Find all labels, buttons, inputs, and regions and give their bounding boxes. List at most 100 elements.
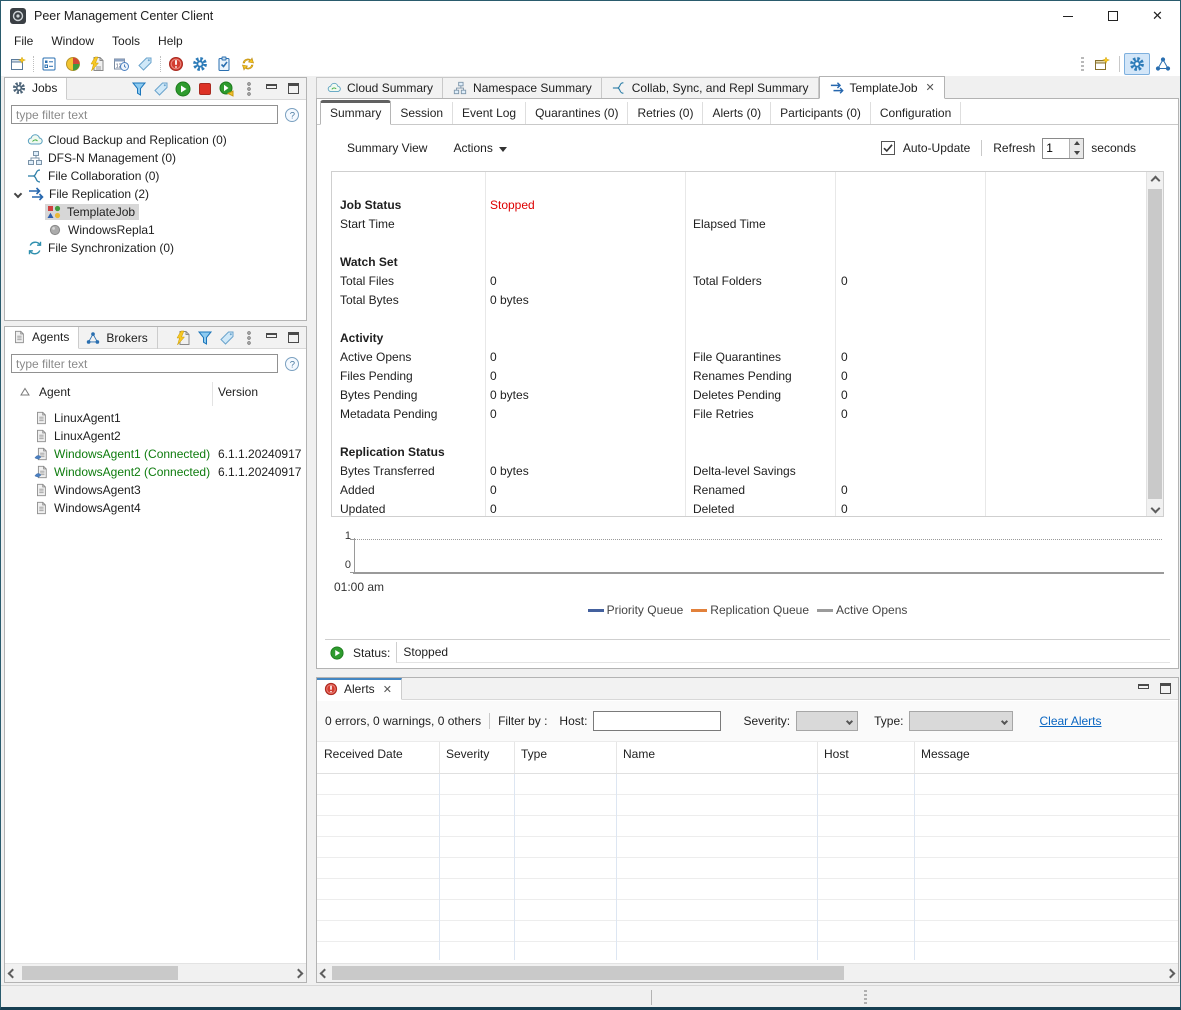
- view-list-button[interactable]: [37, 53, 61, 75]
- maximize-button[interactable]: [1090, 1, 1135, 31]
- agent-row-connected[interactable]: WindowsAgent2 (Connected) 6.1.1.20240917: [5, 463, 306, 481]
- menu-file[interactable]: File: [5, 31, 42, 52]
- view-menu-button[interactable]: [240, 329, 258, 347]
- filter-agents-button[interactable]: [196, 329, 214, 347]
- summaries-button[interactable]: [61, 53, 85, 75]
- scroll-right-arrow[interactable]: [1163, 964, 1178, 982]
- start-with-options-button[interactable]: [218, 80, 236, 98]
- tags-button[interactable]: [133, 53, 157, 75]
- subtab-participants[interactable]: Participants (0): [771, 102, 871, 124]
- tags-jobs-button[interactable]: [152, 80, 170, 98]
- brokers-perspective-button[interactable]: [1150, 53, 1176, 75]
- subtab-event-log[interactable]: Event Log: [453, 102, 526, 124]
- scroll-up-arrow[interactable]: [1147, 172, 1163, 188]
- minimize-panel-button[interactable]: [262, 329, 280, 347]
- open-perspective-button[interactable]: [1089, 53, 1115, 75]
- tree-item-file-collaboration[interactable]: File Collaboration (0): [5, 167, 306, 185]
- close-button[interactable]: ✕: [1135, 1, 1180, 31]
- scrollbar-thumb[interactable]: [22, 966, 178, 980]
- tree-item-dfs-n[interactable]: DFS-N Management (0): [5, 149, 306, 167]
- jobs-filter-input[interactable]: [11, 105, 278, 124]
- column-divider[interactable]: [914, 742, 915, 773]
- tree-item-templatejob[interactable]: TemplateJob: [5, 203, 306, 221]
- help-icon[interactable]: ?: [284, 107, 300, 123]
- tab-cloud-summary[interactable]: Cloud Summary: [316, 77, 443, 99]
- agent-actions-button[interactable]: [85, 53, 109, 75]
- filter-jobs-button[interactable]: [130, 80, 148, 98]
- subtab-retries[interactable]: Retries (0): [628, 102, 703, 124]
- severity-dropdown[interactable]: [796, 711, 858, 731]
- tree-item-cloud-backup[interactable]: Cloud Backup and Replication (0): [5, 131, 306, 149]
- maximize-panel-button[interactable]: [284, 80, 302, 98]
- scroll-left-arrow[interactable]: [317, 964, 332, 982]
- jobs-perspective-button[interactable]: [1124, 53, 1150, 75]
- chevron-down-icon[interactable]: [14, 190, 22, 198]
- summary-vertical-scrollbar[interactable]: [1146, 172, 1163, 516]
- column-divider[interactable]: [212, 382, 213, 406]
- minimize-panel-button[interactable]: [1134, 680, 1152, 698]
- agents-filter-input[interactable]: [11, 354, 278, 373]
- subtab-session[interactable]: Session: [391, 102, 453, 124]
- subtab-configuration[interactable]: Configuration: [871, 102, 961, 124]
- scrollbar-thumb[interactable]: [332, 966, 844, 980]
- close-tab-icon[interactable]: ✕: [383, 683, 392, 696]
- close-tab-icon[interactable]: ✕: [926, 81, 935, 94]
- spinner-down-button[interactable]: [1070, 148, 1083, 158]
- spinner-up-button[interactable]: [1070, 139, 1083, 149]
- scrollbar-thumb[interactable]: [1148, 189, 1162, 499]
- alerts-horizontal-scrollbar[interactable]: [317, 963, 1178, 982]
- agent-row-connected[interactable]: WindowsAgent1 (Connected) 6.1.1.20240917: [5, 445, 306, 463]
- tags-agents-button[interactable]: [218, 329, 236, 347]
- minimize-button[interactable]: [1045, 1, 1090, 31]
- view-menu-button[interactable]: [240, 80, 258, 98]
- maximize-panel-button[interactable]: [1156, 680, 1174, 698]
- agents-horizontal-scrollbar[interactable]: [5, 963, 306, 982]
- refresh-seconds-spinner[interactable]: [1042, 138, 1084, 159]
- tab-jobs[interactable]: Jobs: [5, 78, 67, 100]
- tab-templatejob[interactable]: TemplateJob ✕: [819, 76, 945, 99]
- refresh-button[interactable]: [236, 53, 260, 75]
- refresh-seconds-input[interactable]: [1043, 139, 1069, 158]
- scroll-right-arrow[interactable]: [291, 964, 306, 982]
- alerts-table-header[interactable]: Received Date Severity Type Name Host Me…: [317, 742, 1178, 774]
- subtab-summary[interactable]: Summary: [320, 100, 391, 125]
- tab-agents[interactable]: Agents: [5, 327, 79, 349]
- column-divider[interactable]: [616, 742, 617, 773]
- help-icon[interactable]: ?: [284, 356, 300, 372]
- agent-actions-button[interactable]: [174, 329, 192, 347]
- tab-alerts[interactable]: Alerts ✕: [317, 678, 402, 700]
- scroll-left-arrow[interactable]: [5, 964, 20, 982]
- column-divider[interactable]: [817, 742, 818, 773]
- clear-alerts-link[interactable]: Clear Alerts: [1039, 714, 1101, 728]
- tab-brokers[interactable]: Brokers: [79, 327, 157, 349]
- agent-row[interactable]: LinuxAgent1: [5, 409, 306, 427]
- menu-window[interactable]: Window: [42, 31, 103, 52]
- tree-item-file-synchronization[interactable]: File Synchronization (0): [5, 239, 306, 257]
- host-filter-input[interactable]: [593, 711, 721, 731]
- column-divider[interactable]: [439, 742, 440, 773]
- actions-dropdown[interactable]: Actions: [453, 141, 506, 155]
- alerts-button[interactable]: [164, 53, 188, 75]
- menu-help[interactable]: Help: [149, 31, 192, 52]
- column-divider[interactable]: [514, 742, 515, 773]
- type-dropdown[interactable]: [909, 711, 1013, 731]
- maximize-panel-button[interactable]: [284, 329, 302, 347]
- preferences-button[interactable]: [188, 53, 212, 75]
- minimize-panel-button[interactable]: [262, 80, 280, 98]
- tree-item-file-replication[interactable]: File Replication (2): [5, 185, 306, 203]
- auto-update-checkbox[interactable]: [880, 140, 896, 156]
- tree-item-windowsrepla1[interactable]: WindowsRepla1: [5, 221, 306, 239]
- new-job-button[interactable]: [6, 53, 30, 75]
- subtab-quarantines[interactable]: Quarantines (0): [526, 102, 628, 124]
- start-job-button[interactable]: [174, 80, 192, 98]
- agent-row[interactable]: WindowsAgent4: [5, 499, 306, 517]
- stop-job-button[interactable]: [196, 80, 214, 98]
- agent-row[interactable]: LinuxAgent2: [5, 427, 306, 445]
- statusbar-grip-icon[interactable]: [864, 990, 867, 1006]
- menu-tools[interactable]: Tools: [103, 31, 149, 52]
- agents-table-header[interactable]: Agent Version: [5, 382, 306, 406]
- tasks-button[interactable]: [212, 53, 236, 75]
- tab-namespace-summary[interactable]: Namespace Summary: [443, 77, 602, 99]
- scroll-down-arrow[interactable]: [1147, 500, 1163, 516]
- schedule-button[interactable]: 12: [109, 53, 133, 75]
